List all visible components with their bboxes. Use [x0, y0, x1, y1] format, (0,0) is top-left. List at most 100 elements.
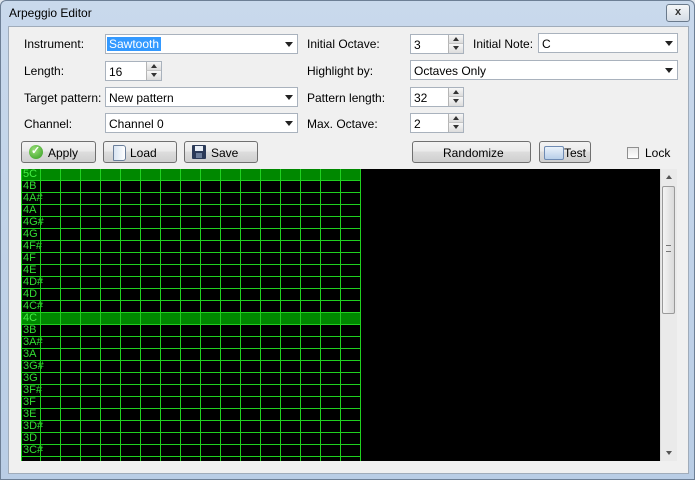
- note-label: 3D#: [23, 420, 44, 432]
- chevron-down-icon: [285, 95, 293, 100]
- max-octave-stepper[interactable]: 2: [410, 113, 464, 133]
- note-label: 3E: [23, 408, 37, 420]
- note-row[interactable]: 4C: [21, 312, 361, 325]
- note-label: 4F#: [23, 240, 42, 252]
- spin-up-icon[interactable]: [448, 114, 463, 123]
- lock-checkbox[interactable]: [627, 147, 639, 159]
- note-label: 4G: [23, 228, 38, 240]
- apply-button-label: Apply: [48, 146, 79, 160]
- note-row[interactable]: 3D#: [21, 420, 361, 433]
- initial-octave-label: Initial Octave:: [307, 37, 380, 51]
- note-label: 3F#: [23, 384, 42, 396]
- chevron-down-icon: [285, 42, 293, 47]
- initial-note-combo[interactable]: C: [538, 33, 678, 53]
- note-row[interactable]: 4G: [21, 228, 361, 241]
- note-row[interactable]: 4A#: [21, 192, 361, 205]
- note-label: 4B: [23, 180, 37, 192]
- save-button[interactable]: Save: [184, 141, 258, 163]
- note-row[interactable]: 4C#: [21, 300, 361, 313]
- instrument-label: Instrument:: [24, 37, 85, 51]
- target-pattern-label: Target pattern:: [24, 91, 102, 105]
- test-button[interactable]: Test: [539, 141, 591, 163]
- initial-octave-value: 3: [414, 38, 421, 52]
- pattern-length-label: Pattern length:: [307, 91, 386, 105]
- note-row[interactable]: 3A#: [21, 336, 361, 349]
- length-stepper[interactable]: 16: [105, 61, 162, 81]
- initial-octave-stepper[interactable]: 3: [410, 34, 464, 54]
- max-octave-label: Max. Octave:: [307, 117, 378, 131]
- highlight-by-label: Highlight by:: [307, 64, 374, 78]
- window-title: Arpeggio Editor: [9, 6, 92, 20]
- note-row[interactable]: 4E: [21, 264, 361, 277]
- length-value: 16: [109, 65, 123, 79]
- spin-up-icon[interactable]: [448, 35, 463, 44]
- load-button-label: Load: [130, 146, 157, 160]
- note-label: 3A#: [23, 336, 43, 348]
- note-label: 3F: [23, 396, 36, 408]
- note-row[interactable]: 3G: [21, 372, 361, 385]
- channel-value: Channel 0: [109, 117, 164, 131]
- note-label: 3A: [23, 348, 37, 360]
- apply-button[interactable]: Apply: [21, 141, 96, 163]
- note-row[interactable]: 5C: [21, 169, 361, 181]
- scrollbar-thumb[interactable]: [662, 186, 675, 314]
- note-row[interactable]: 3F#: [21, 384, 361, 397]
- channel-label: Channel:: [24, 117, 73, 131]
- pattern-length-stepper[interactable]: 32: [410, 87, 464, 107]
- spin-up-icon[interactable]: [146, 62, 161, 71]
- instrument-combo[interactable]: Sawtooth: [105, 34, 298, 54]
- note-row[interactable]: 3D: [21, 432, 361, 445]
- instrument-value: Sawtooth: [107, 37, 162, 51]
- note-label: 3C#: [23, 444, 44, 456]
- arpeggio-grid[interactable]: 5C 4B 4A# 4A 4G# 4G 4F# 4F 4E 4D# 4D 4C# 4C 3B 3A# 3A 3G…: [21, 169, 660, 461]
- target-pattern-value: New pattern: [109, 91, 174, 105]
- highlight-by-combo[interactable]: Octaves Only: [410, 60, 678, 80]
- lock-label[interactable]: Lock: [645, 146, 670, 160]
- note-row[interactable]: 4F#: [21, 240, 361, 253]
- close-button[interactable]: x: [666, 4, 690, 22]
- randomize-button[interactable]: Randomize: [412, 141, 531, 163]
- note-row[interactable]: 4B: [21, 180, 361, 193]
- title-bar[interactable]: Arpeggio Editor x: [1, 1, 694, 25]
- test-button-label: Test: [564, 146, 587, 160]
- check-icon: [29, 144, 43, 159]
- note-row[interactable]: 4A: [21, 204, 361, 217]
- note-row[interactable]: 4D: [21, 288, 361, 301]
- load-button[interactable]: Load: [103, 141, 177, 163]
- note-row[interactable]: 3B: [21, 324, 361, 337]
- note-row[interactable]: 3E: [21, 408, 361, 421]
- scroll-up-arrow-icon[interactable]: [661, 169, 677, 186]
- note-row[interactable]: 4G#: [21, 216, 361, 229]
- chevron-down-icon: [665, 68, 673, 73]
- note-label: 3G: [23, 372, 38, 384]
- note-label: 3G#: [23, 360, 44, 372]
- channel-combo[interactable]: Channel 0: [105, 113, 298, 133]
- pattern-length-value: 32: [414, 91, 428, 105]
- note-row[interactable]: 4F: [21, 252, 361, 265]
- spin-down-icon[interactable]: [146, 71, 161, 80]
- note-label: 4D: [23, 288, 38, 300]
- note-row[interactable]: 3C#: [21, 444, 361, 457]
- max-octave-value: 2: [414, 117, 421, 131]
- note-row[interactable]: 3A: [21, 348, 361, 361]
- note-label: 3B: [23, 324, 37, 336]
- save-button-label: Save: [211, 146, 239, 160]
- note-row[interactable]: 4D#: [21, 276, 361, 289]
- initial-note-label: Initial Note:: [473, 37, 534, 51]
- note-row[interactable]: 3G#: [21, 360, 361, 373]
- note-label: 3D: [23, 432, 38, 444]
- scroll-down-arrow-icon[interactable]: [661, 444, 677, 461]
- note-label: 5C: [23, 169, 38, 180]
- grid-vertical-scrollbar[interactable]: [660, 169, 677, 461]
- spin-down-icon[interactable]: [448, 44, 463, 53]
- target-pattern-combo[interactable]: New pattern: [105, 87, 298, 107]
- floppy-disk-icon: [192, 145, 206, 159]
- note-label: 4F: [23, 252, 36, 264]
- highlight-by-value: Octaves Only: [414, 64, 487, 78]
- spin-up-icon[interactable]: [448, 88, 463, 97]
- spin-down-icon[interactable]: [448, 123, 463, 132]
- note-row[interactable]: 3F: [21, 396, 361, 409]
- spin-down-icon[interactable]: [448, 97, 463, 106]
- initial-note-value: C: [542, 37, 551, 51]
- keyboard-icon: [544, 146, 564, 160]
